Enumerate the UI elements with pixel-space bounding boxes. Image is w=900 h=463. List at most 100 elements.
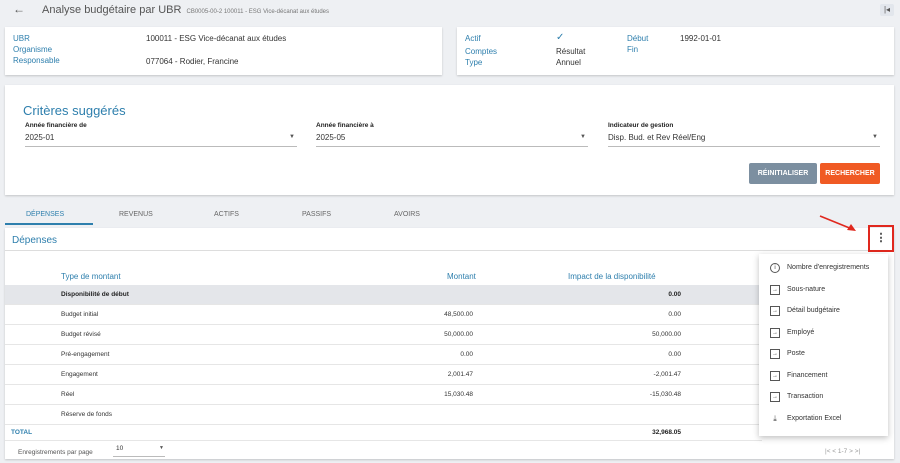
pagination[interactable]: |< < 1-7 > >| <box>825 448 860 455</box>
row-type: Réserve de fonds <box>61 411 112 418</box>
row-montant: 48,500.00 <box>444 311 473 318</box>
arrow-box-icon: → <box>770 328 780 338</box>
menu-item-label: Sous-nature <box>787 286 826 293</box>
type-value: Annuel <box>556 58 581 67</box>
row-impact: -2,001.47 <box>653 371 681 378</box>
tab-actifs[interactable]: ACTIFS <box>214 211 239 218</box>
menu-item-label: Nombre d'enregistrements <box>787 264 870 271</box>
checkmark-icon: ✓ <box>556 32 565 43</box>
active-tab-indicator <box>5 223 93 225</box>
organisme-label: Organisme <box>13 45 53 54</box>
options-menu: i Nombre d'enregistrements → Sous-nature… <box>759 254 888 436</box>
table-row: Réserve de fonds <box>5 405 762 425</box>
chevron-down-icon: ▼ <box>159 445 164 451</box>
criteria-title: Critères suggérés <box>23 103 126 118</box>
annee-de-select[interactable]: 2025-01 ▼ <box>25 133 297 147</box>
total-value: 32,968.05 <box>652 429 681 436</box>
table-row: Budget révisé 50,000.00 50,000.00 <box>5 325 762 345</box>
tab-bar: DÉPENSES REVENUS ACTIFS PASSIFS AVOIRS <box>0 203 900 225</box>
row-type: Budget révisé <box>61 331 101 338</box>
download-icon: ⤓ <box>773 414 777 423</box>
comptes-value: Résultat <box>556 47 586 56</box>
total-row: TOTAL 32,968.05 <box>5 425 762 441</box>
more-options-icon[interactable]: ⋮ <box>868 225 894 252</box>
annotation-arrow-icon <box>819 215 856 231</box>
arrow-box-icon: → <box>770 306 780 316</box>
info-icon: i <box>770 263 780 273</box>
section-title: Dépenses <box>12 235 58 246</box>
row-impact: 0.00 <box>668 291 681 298</box>
chevron-down-icon: ▼ <box>580 134 586 140</box>
per-page-value: 10 <box>116 445 124 452</box>
annee-a-value: 2025-05 <box>316 133 346 142</box>
search-button[interactable]: RECHERCHER <box>820 163 880 184</box>
menu-item-label: Poste <box>787 350 805 357</box>
col-header-type[interactable]: Type de montant <box>61 272 121 281</box>
tab-avoirs[interactable]: AVOIRS <box>394 211 420 218</box>
criteria-card: Critères suggérés Année financière de 20… <box>5 85 894 195</box>
row-impact: -15,030.48 <box>649 391 681 398</box>
menu-item-nombre[interactable]: i Nombre d'enregistrements <box>759 258 888 279</box>
menu-item-detail-budgetaire[interactable]: → Détail budgétaire <box>759 301 888 322</box>
responsable-label: Responsable <box>13 56 60 65</box>
reset-button[interactable]: RÉINITIALISER <box>749 163 817 184</box>
row-montant: 2,001.47 <box>447 371 473 378</box>
fin-label: Fin <box>627 45 639 54</box>
chevron-down-icon: ▼ <box>872 134 878 140</box>
annee-de-value: 2025-01 <box>25 133 55 142</box>
collapse-panel-icon[interactable]: |◂ <box>880 4 894 16</box>
row-montant: 15,030.48 <box>444 391 473 398</box>
menu-item-label: Exportation Excel <box>787 415 842 422</box>
responsable-value: 077064 - Rodier, Francine <box>146 57 239 66</box>
row-montant: 0.00 <box>460 351 473 358</box>
actif-label: Actif <box>465 34 481 43</box>
annee-de-label: Année financière de <box>25 122 87 129</box>
row-impact: 0.00 <box>668 351 681 358</box>
total-label: TOTAL <box>11 429 33 436</box>
menu-item-financement[interactable]: → Financement <box>759 366 888 387</box>
section-divider <box>5 250 894 251</box>
chevron-down-icon: ▼ <box>289 134 295 140</box>
col-header-montant[interactable]: Montant <box>447 272 476 281</box>
menu-item-sous-nature[interactable]: → Sous-nature <box>759 280 888 301</box>
menu-item-label: Transaction <box>787 393 824 400</box>
tab-passifs[interactable]: PASSIFS <box>302 211 331 218</box>
tab-depenses[interactable]: DÉPENSES <box>26 211 64 218</box>
row-type: Budget initial <box>61 311 99 318</box>
menu-item-exportation-excel[interactable]: ⤓ Exportation Excel <box>759 409 888 430</box>
table-row: Engagement 2,001.47 -2,001.47 <box>5 365 762 385</box>
table-row: Pré-engagement 0.00 0.00 <box>5 345 762 365</box>
menu-item-poste[interactable]: → Poste <box>759 344 888 365</box>
per-page-select[interactable]: 10 ▼ <box>113 445 165 457</box>
col-header-impact[interactable]: Impact de la disponibilité <box>568 272 656 281</box>
annee-a-select[interactable]: 2025-05 ▼ <box>316 133 588 147</box>
ubr-label: UBR <box>13 34 30 43</box>
row-type: Disponibilité de début <box>61 291 129 298</box>
indicateur-value: Disp. Bud. et Rev Réel/Eng <box>608 133 706 142</box>
back-arrow-icon[interactable]: ← <box>13 2 25 16</box>
debut-value: 1992-01-01 <box>680 34 721 43</box>
page-title-text: Analyse budgétaire par UBR <box>42 4 182 16</box>
status-info-card: Actif ✓ Comptes Résultat Type Annuel Déb… <box>457 27 894 75</box>
arrow-box-icon: → <box>770 392 780 402</box>
table-row: Réel 15,030.48 -15,030.48 <box>5 385 762 405</box>
menu-item-employe[interactable]: → Employé <box>759 323 888 344</box>
debut-label: Début <box>627 34 649 43</box>
menu-item-label: Financement <box>787 372 828 379</box>
indicateur-label: Indicateur de gestion <box>608 122 674 129</box>
comptes-label: Comptes <box>465 47 498 56</box>
row-impact: 0.00 <box>668 311 681 318</box>
indicateur-select[interactable]: Disp. Bud. et Rev Réel/Eng ▼ <box>608 133 880 147</box>
type-label: Type <box>465 58 483 67</box>
tab-revenus[interactable]: REVENUS <box>119 211 153 218</box>
row-impact: 50,000.00 <box>652 331 681 338</box>
table-row: Disponibilité de début 0.00 <box>5 285 762 305</box>
page-subtitle: CB0005-00-2 100011 - ESG Vice-décanat au… <box>186 9 330 15</box>
table-row: Budget initial 48,500.00 0.00 <box>5 305 762 325</box>
arrow-box-icon: → <box>770 285 780 295</box>
arrow-box-icon: → <box>770 371 780 381</box>
top-bar: ← Analyse budgétaire par UBR CB0005-00-2… <box>0 0 900 20</box>
row-type: Pré-engagement <box>61 351 110 358</box>
menu-item-label: Détail budgétaire <box>787 307 840 314</box>
menu-item-transaction[interactable]: → Transaction <box>759 387 888 408</box>
